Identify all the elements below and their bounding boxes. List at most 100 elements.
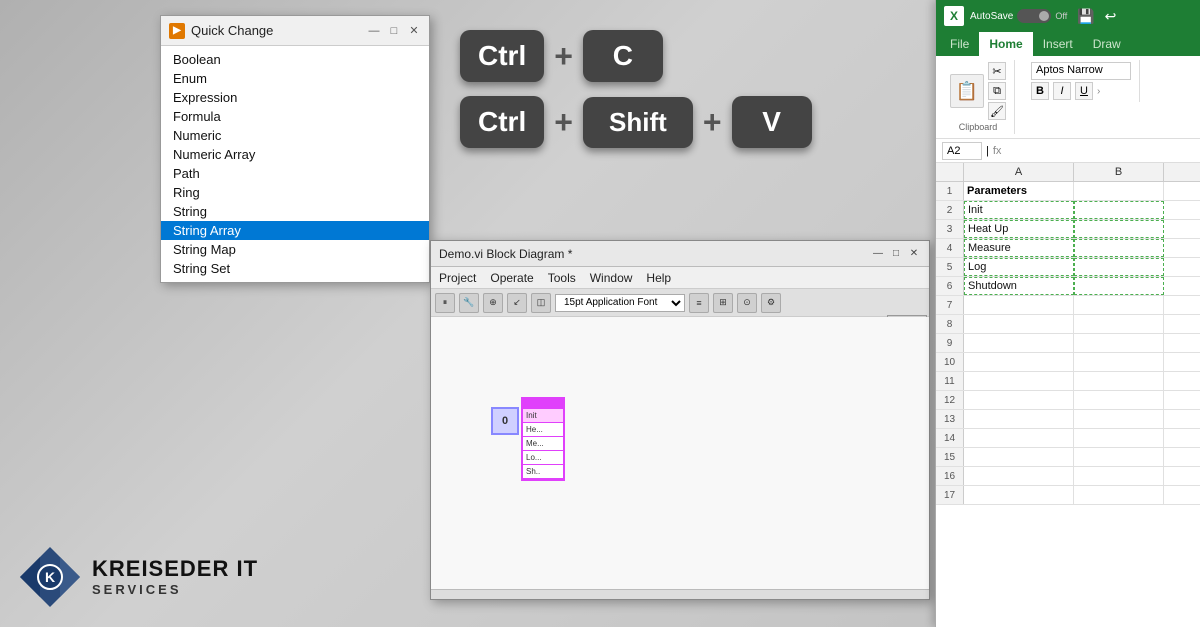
company-name-line2: SERVICES [92,582,258,597]
shift-key: Shift [583,97,693,148]
labview-canvas[interactable]: 0 Init He... Me... Lo... Sh.. [431,317,929,599]
lv-close-button[interactable]: ✕ [907,247,921,261]
cell-b3[interactable] [1074,220,1164,238]
save-icon[interactable]: 💾 [1077,8,1094,25]
table-row: 14 [936,429,1200,448]
list-item[interactable]: String [161,202,429,221]
labview-titlebar: Demo.vi Block Diagram * — □ ✕ [431,241,929,267]
list-item[interactable]: String Set [161,259,429,278]
menu-operate[interactable]: Operate [490,271,533,285]
italic-button[interactable]: I [1053,82,1071,100]
minimize-button[interactable]: — [367,24,381,38]
ctrl-key-1: Ctrl [460,30,544,82]
cell-b5[interactable] [1074,258,1164,276]
list-item[interactable]: Numeric [161,126,429,145]
cell-a4[interactable]: Measure [964,239,1074,257]
cell-a6[interactable]: Shutdown [964,277,1074,295]
table-row: 16 [936,467,1200,486]
logo-text: KREISEDER IT SERVICES [92,557,258,596]
format-painter-button[interactable]: 🖌 [988,102,1006,120]
list-item-string-array[interactable]: String Array [161,221,429,240]
excel-icon: X [944,6,964,26]
paste-button[interactable]: 📋 [950,74,984,108]
undo-icon[interactable]: ↩ [1105,8,1117,25]
tb-btn-7[interactable]: ⊙ [737,293,757,313]
tb-btn-8[interactable]: ⚙ [761,293,781,313]
table-row: 7 [936,296,1200,315]
cell-b6[interactable] [1074,277,1164,295]
list-item[interactable]: Formula [161,107,429,126]
list-item[interactable]: Ring [161,183,429,202]
clipboard-label: Clipboard [959,122,998,132]
cell-b4[interactable] [1074,239,1164,257]
plus-2: + [554,104,573,141]
table-row: 12 [936,391,1200,410]
cell-b7[interactable] [1074,296,1164,314]
menu-project[interactable]: Project [439,271,476,285]
list-item[interactable]: Numeric Array [161,145,429,164]
cell-a2[interactable]: Init [964,201,1074,219]
font-name-input[interactable]: Aptos Narrow [1031,62,1131,80]
menu-help[interactable]: Help [646,271,671,285]
cell-a1[interactable]: Parameters [964,182,1074,200]
copy-button[interactable]: ⧉ [988,82,1006,100]
cell-a10[interactable] [964,353,1074,371]
array-index: 0 [491,407,519,435]
cell-reference[interactable]: A2 [942,142,982,160]
labview-title: Demo.vi Block Diagram * [439,247,867,261]
labview-menubar: Project Operate Tools Window Help [431,267,929,289]
pause-button[interactable]: ⏸ [435,293,455,313]
col-header-a[interactable]: A [964,163,1074,181]
autosave-state: Off [1055,11,1067,21]
tb-btn-2[interactable]: ⊕ [483,293,503,313]
bold-button[interactable]: B [1031,82,1049,100]
list-item[interactable]: Expression [161,88,429,107]
cell-b2[interactable] [1074,201,1164,219]
cell-a7[interactable] [964,296,1074,314]
cell-a5[interactable]: Log [964,258,1074,276]
font-selector[interactable]: 15pt Application Font [555,294,685,312]
maximize-button[interactable]: □ [387,24,401,38]
tb-btn-5[interactable]: ≡ [689,293,709,313]
menu-window[interactable]: Window [590,271,633,285]
labview-window: Demo.vi Block Diagram * — □ ✕ Project Op… [430,240,930,600]
tb-btn-4[interactable]: ◫ [531,293,551,313]
col-header-b[interactable]: B [1074,163,1164,181]
row-number: 4 [936,239,964,257]
list-item[interactable]: String Map [161,240,429,259]
format-buttons-row: B I U › [1031,82,1131,100]
tb-btn-1[interactable]: 🔧 [459,293,479,313]
tab-insert[interactable]: Insert [1033,32,1083,56]
cell-b1[interactable] [1074,182,1164,200]
toggle-knob [1039,11,1049,21]
underline-button[interactable]: U [1075,82,1093,100]
table-row: 3 Heat Up [936,220,1200,239]
plus-1: + [554,38,573,75]
string-array-control: Init He... Me... Lo... Sh.. [521,397,565,481]
list-item[interactable]: Enum [161,69,429,88]
ribbon-tabs: File Home Insert Draw [936,32,1200,56]
list-item[interactable]: Boolean [161,50,429,69]
lv-maximize-button[interactable]: □ [889,247,903,261]
tab-home[interactable]: Home [979,32,1032,56]
array-row-heatup: He... [523,423,563,437]
close-button[interactable]: ✕ [407,24,421,38]
formula-input[interactable] [1005,145,1194,157]
tab-file[interactable]: File [940,32,979,56]
tb-btn-3[interactable]: ↙ [507,293,527,313]
tb-btn-6[interactable]: ⊞ [713,293,733,313]
cell-a3[interactable]: Heat Up [964,220,1074,238]
cut-button[interactable]: ✂ [988,62,1006,80]
excel-ribbon: 📋 ✂ ⧉ 🖌 Clipboard Aptos Narrow B I U [936,56,1200,139]
shortcut-row-1: Ctrl + C [460,30,860,82]
tab-draw[interactable]: Draw [1083,32,1131,56]
row-number: 2 [936,201,964,219]
autosave-toggle[interactable] [1017,9,1051,23]
list-item[interactable]: Path [161,164,429,183]
cell-a9[interactable] [964,334,1074,352]
row-number: 3 [936,220,964,238]
horizontal-scrollbar[interactable] [431,589,929,599]
menu-tools[interactable]: Tools [548,271,576,285]
cell-a8[interactable] [964,315,1074,333]
lv-minimize-button[interactable]: — [871,247,885,261]
